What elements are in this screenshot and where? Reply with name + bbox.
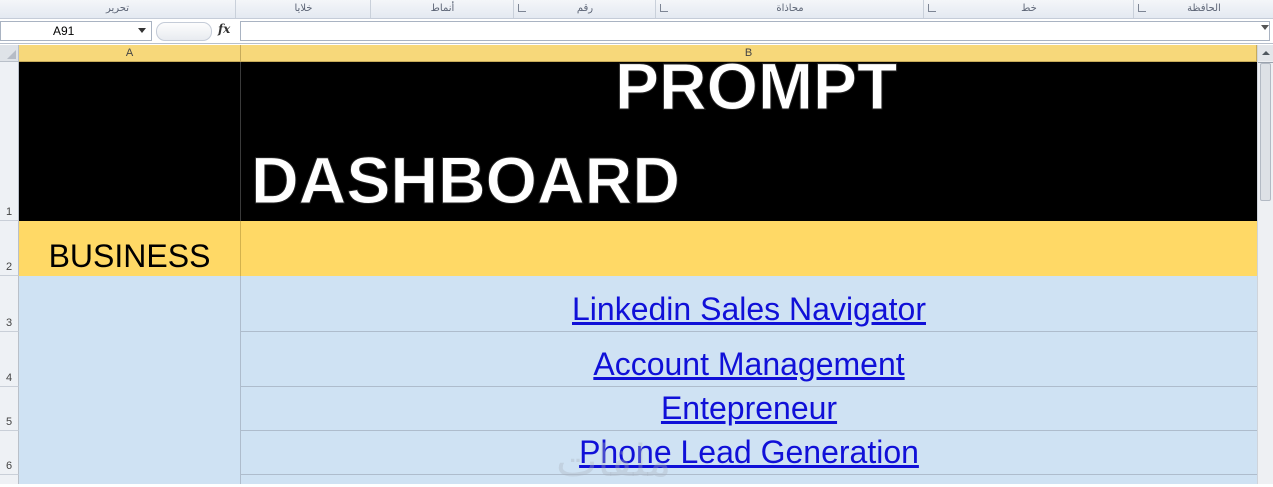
row-number: 2 — [5, 261, 13, 273]
link-linkedin-sales-navigator[interactable]: Linkedin Sales Navigator — [241, 291, 1257, 328]
row-number: 4 — [5, 372, 13, 384]
link-account-management[interactable]: Account Management — [241, 346, 1257, 383]
row-number: 5 — [5, 416, 13, 428]
cell-a1[interactable] — [19, 62, 241, 221]
dialog-launcher-icon[interactable] — [518, 4, 526, 12]
page-title-line-2: DASHBOARD — [251, 143, 681, 217]
expand-formula-bar-icon[interactable] — [1261, 25, 1269, 30]
link-entepreneur[interactable]: Entepreneur — [241, 390, 1257, 427]
category-label[interactable]: BUSINESS — [19, 221, 241, 276]
cell-b2[interactable] — [241, 221, 1257, 276]
ribbon-group-label: الحافظة — [1187, 3, 1221, 14]
scrollbar-thumb[interactable] — [1260, 63, 1271, 201]
ribbon-group-font[interactable]: خط — [923, 0, 1134, 18]
ribbon-group-editing[interactable]: تحرير — [0, 0, 235, 18]
ribbon-group-label: خط — [1021, 3, 1037, 14]
row-header-1[interactable]: 1 — [0, 62, 19, 221]
cell-a3-merged[interactable] — [19, 276, 241, 484]
select-all-button[interactable] — [0, 45, 19, 62]
dialog-launcher-icon[interactable] — [928, 4, 936, 12]
row-number: 3 — [5, 317, 13, 329]
insert-function-icon[interactable]: fx — [218, 22, 230, 36]
row-header-5[interactable]: 5 — [0, 387, 19, 431]
cell-b7[interactable] — [241, 475, 1257, 484]
column-header-a[interactable]: A — [19, 45, 241, 62]
formula-buttons: fx — [154, 21, 238, 41]
page-title-line-1: PROMPT — [614, 62, 898, 123]
row-header-2[interactable]: 2 — [0, 221, 19, 276]
ribbon-group-label: أنماط — [430, 3, 455, 14]
ribbon-group-label: خلايا — [294, 3, 313, 14]
ribbon-group-label: رقم — [576, 3, 594, 14]
row-header-7[interactable] — [0, 475, 19, 484]
row-number: 6 — [5, 460, 13, 472]
name-box-value: A91 — [53, 24, 75, 38]
link-phone-lead-generation[interactable]: Phone Lead Generation — [241, 434, 1257, 471]
column-header-b[interactable]: B — [241, 45, 1257, 62]
ribbon-group-number[interactable]: رقم — [513, 0, 656, 18]
ribbon-group-label: تحرير — [105, 3, 130, 14]
dialog-launcher-icon[interactable] — [660, 4, 668, 12]
scroll-up-icon[interactable] — [1258, 45, 1273, 61]
formula-input[interactable] — [240, 21, 1270, 41]
vertical-scrollbar[interactable] — [1257, 45, 1273, 484]
formula-bar: A91 fx — [0, 19, 1273, 44]
dialog-launcher-icon[interactable] — [1138, 4, 1146, 12]
cell-b1[interactable]: PROMPT DASHBOARD — [241, 62, 1257, 221]
row-header-6[interactable]: 6 — [0, 431, 19, 475]
ribbon-group-cells[interactable]: خلايا — [235, 0, 371, 18]
chevron-down-icon[interactable] — [138, 28, 146, 33]
ribbon-group-alignment[interactable]: محاذاة — [655, 0, 924, 18]
formula-bar-grip[interactable] — [156, 22, 212, 41]
row-number: 1 — [5, 206, 13, 218]
name-box[interactable]: A91 — [0, 21, 152, 41]
row-header-3[interactable]: 3 — [0, 276, 19, 332]
ribbon-group-clipboard[interactable]: الحافظة — [1133, 0, 1273, 18]
ribbon-group-label: محاذاة — [776, 3, 804, 14]
ribbon-group-styles[interactable]: أنماط — [370, 0, 514, 18]
ribbon-group-bar: الحافظة خط محاذاة رقم أنماط خلايا تحرير — [0, 0, 1273, 19]
row-header-4[interactable]: 4 — [0, 332, 19, 387]
